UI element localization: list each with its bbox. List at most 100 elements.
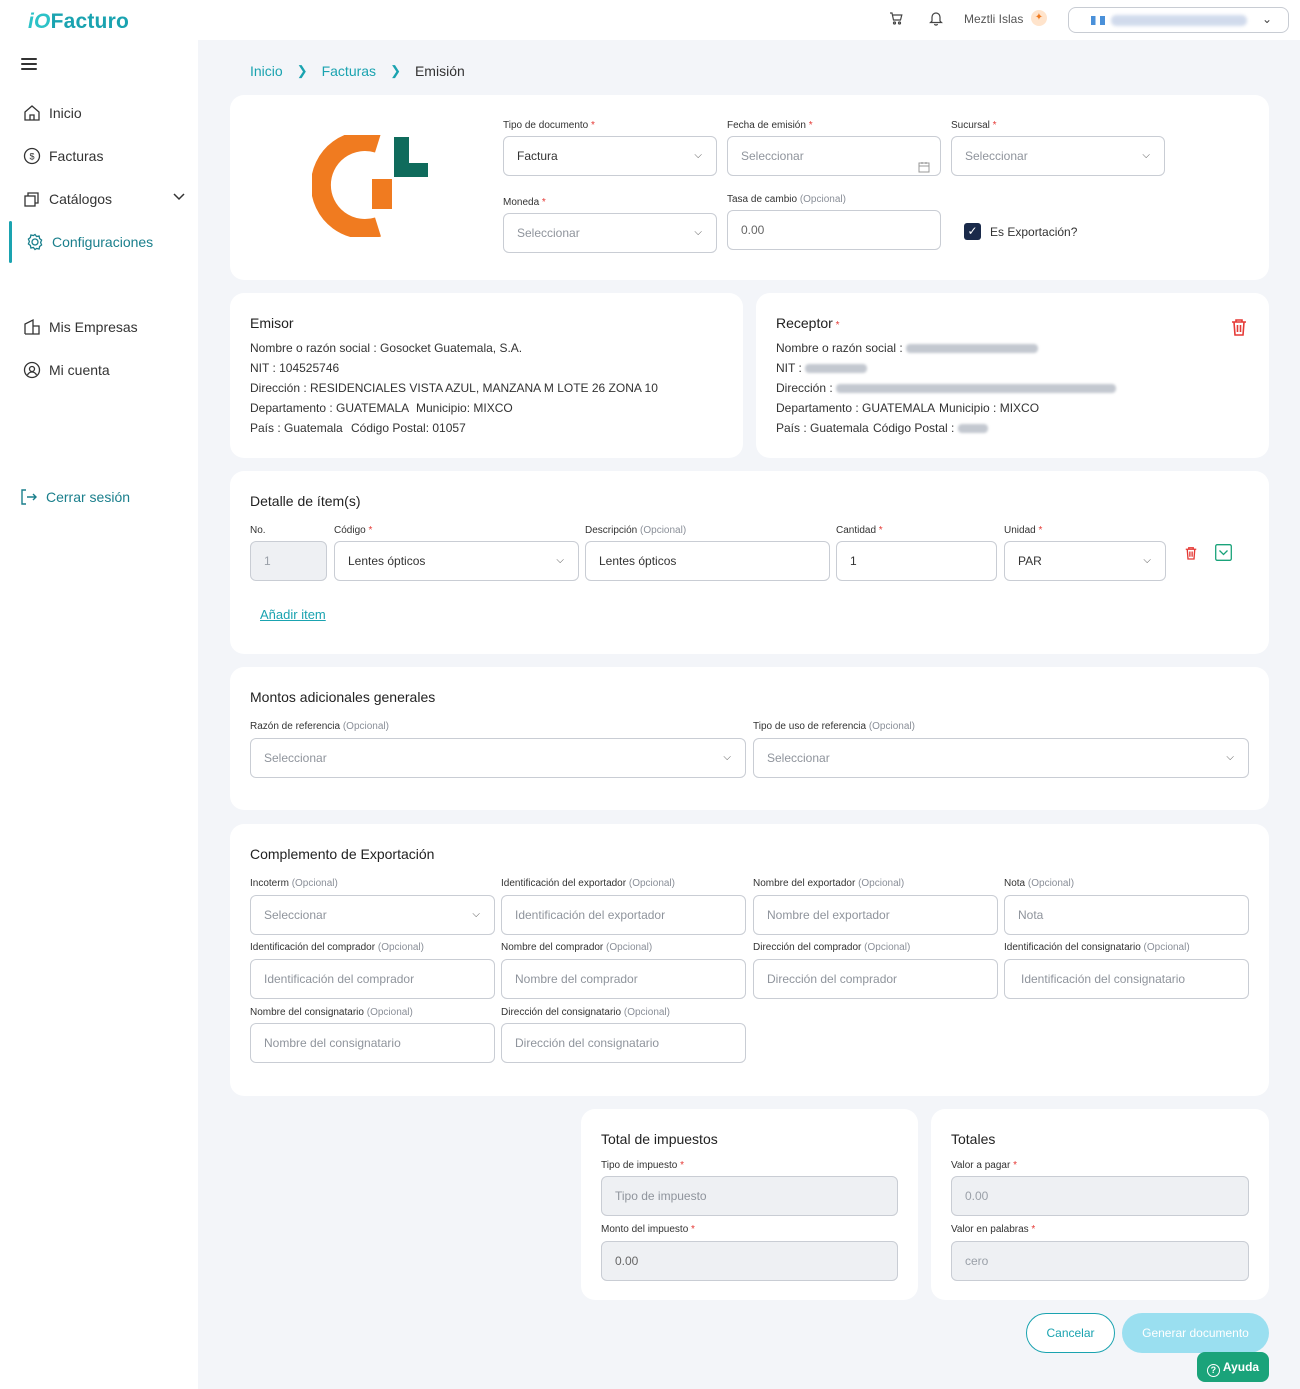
tipo-impuesto-input: Tipo de impuesto bbox=[601, 1176, 898, 1216]
exportacion-checkbox[interactable]: ✓ bbox=[964, 223, 981, 240]
nombre-comprador-input[interactable]: Nombre del comprador bbox=[501, 959, 746, 999]
nombre-exportador-input[interactable]: Nombre del exportador bbox=[753, 895, 998, 935]
redacted-value bbox=[836, 384, 1117, 394]
tipo-documento-select[interactable]: Factura ⌵ bbox=[503, 136, 717, 176]
chevron-down-icon: ⌵ bbox=[723, 752, 731, 763]
emisor-title: Emisor bbox=[250, 315, 294, 331]
montos-title: Montos adicionales generales bbox=[250, 689, 436, 705]
tasa-cambio-input[interactable]: 0.00 bbox=[727, 210, 941, 250]
cart-icon[interactable] bbox=[889, 11, 903, 30]
user-name[interactable]: Meztli Islas bbox=[964, 12, 1023, 26]
tipo-uso-referencia-label: Tipo de uso de referencia (Opcional) bbox=[753, 721, 915, 732]
monto-impuesto-input: 0.00 bbox=[601, 1241, 898, 1281]
id-comprador-input[interactable]: Identificación del comprador bbox=[250, 959, 495, 999]
sidebar-item-facturas[interactable]: $ Facturas bbox=[22, 144, 103, 168]
totales-card: Totales Valor a pagar * 0.00 Valor en pa… bbox=[931, 1109, 1269, 1300]
help-button[interactable]: ? Ayuda bbox=[1197, 1352, 1269, 1382]
item-codigo-select[interactable]: Lentes ópticos ⌵ bbox=[334, 541, 579, 581]
direccion-consignatario-label: Dirección del consignatario (Opcional) bbox=[501, 1007, 670, 1018]
col-cantidad-label: Cantidad * bbox=[836, 525, 883, 536]
sidebar-item-mi-cuenta[interactable]: Mi cuenta bbox=[22, 358, 110, 382]
razon-referencia-select[interactable]: Seleccionar ⌵ bbox=[250, 738, 746, 778]
direccion-consignatario-input[interactable]: Dirección del consignatario bbox=[501, 1023, 746, 1063]
chevron-down-icon: ⌵ bbox=[472, 909, 480, 920]
receptor-nit: NIT : bbox=[776, 361, 868, 375]
company-selector[interactable]: ⌄ bbox=[1068, 7, 1289, 33]
delete-item-trash-icon[interactable] bbox=[1185, 546, 1197, 565]
incoterm-select[interactable]: Seleccionar ⌵ bbox=[250, 895, 495, 935]
breadcrumb-inicio[interactable]: Inicio bbox=[250, 63, 283, 79]
export-title: Complemento de Exportación bbox=[250, 846, 435, 862]
expand-item-icon[interactable] bbox=[1215, 544, 1232, 566]
receptor-codigo-postal: Código Postal : bbox=[873, 421, 988, 435]
direccion-comprador-label: Dirección del comprador (Opcional) bbox=[753, 942, 911, 953]
fecha-emision-label: Fecha de emisión * bbox=[727, 120, 813, 131]
receptor-nombre: Nombre o razón social : bbox=[776, 341, 1039, 355]
dollar-circle-icon: $ bbox=[22, 147, 41, 166]
generate-document-button[interactable]: Generar documento bbox=[1122, 1313, 1269, 1353]
breadcrumb-facturas[interactable]: Facturas bbox=[322, 63, 376, 79]
id-consignatario-label: Identificación del consignatario (Opcion… bbox=[1004, 942, 1190, 953]
nota-input[interactable]: Nota bbox=[1004, 895, 1249, 935]
chevron-right-icon: ❯ bbox=[296, 63, 308, 78]
sidebar-item-catalogos[interactable]: Catálogos bbox=[22, 187, 186, 211]
monto-impuesto-label: Monto del impuesto * bbox=[601, 1224, 695, 1235]
nombre-consignatario-input[interactable]: Nombre del consignatario bbox=[250, 1023, 495, 1063]
notifications-bell-icon[interactable] bbox=[929, 10, 943, 31]
sidebar-item-mis-empresas[interactable]: Mis Empresas bbox=[22, 315, 138, 339]
logout-icon bbox=[19, 488, 38, 507]
tasa-cambio-label: Tasa de cambio (Opcional) bbox=[727, 194, 846, 205]
guatemala-flag-icon bbox=[1091, 16, 1105, 25]
redacted-value bbox=[906, 344, 1039, 354]
chevron-down-icon[interactable] bbox=[172, 189, 186, 206]
id-comprador-label: Identificación del comprador (Opcional) bbox=[250, 942, 424, 953]
emisor-direccion: Dirección : RESIDENCIALES VISTA AZUL, MA… bbox=[250, 381, 658, 395]
delete-receptor-trash-icon[interactable] bbox=[1231, 318, 1247, 341]
add-item-link[interactable]: Añadir item bbox=[260, 607, 326, 622]
company-name-redacted bbox=[1111, 15, 1247, 26]
user-avatar-icon[interactable]: ✦ bbox=[1031, 10, 1047, 26]
item-unidad-select[interactable]: PAR ⌵ bbox=[1004, 541, 1166, 581]
logout-button[interactable]: Cerrar sesión bbox=[19, 485, 130, 509]
impuestos-card: Total de impuestos Tipo de impuesto * Ti… bbox=[581, 1109, 918, 1300]
top-bar: iOFacturo Meztli Islas ✦ ⌄ bbox=[0, 0, 1300, 40]
sucursal-label: Sucursal * bbox=[951, 120, 997, 131]
sidebar-item-inicio[interactable]: Inicio bbox=[22, 101, 82, 125]
breadcrumb-current: Emisión bbox=[414, 63, 465, 79]
sucursal-select[interactable]: Seleccionar ⌵ bbox=[951, 136, 1165, 176]
company-logo-icon bbox=[312, 135, 428, 237]
impuestos-title: Total de impuestos bbox=[601, 1131, 718, 1147]
item-no-field: 1 bbox=[250, 541, 327, 581]
catalog-icon bbox=[22, 190, 41, 209]
id-consignatario-input[interactable]: Identificación del consignatario bbox=[1004, 959, 1249, 999]
receptor-departamento: Departamento : GUATEMALA bbox=[776, 401, 936, 415]
emisor-nit: NIT : 104525746 bbox=[250, 361, 340, 375]
col-no-label: No. bbox=[250, 525, 266, 536]
items-card: Detalle de ítem(s) No. Código * Descripc… bbox=[230, 471, 1269, 654]
emisor-codigo-postal: Código Postal: 01057 bbox=[351, 421, 466, 435]
id-exportador-input[interactable]: Identificación del exportador bbox=[501, 895, 746, 935]
sidebar-item-configuraciones[interactable]: Configuraciones bbox=[25, 230, 153, 254]
valor-pagar-label: Valor a pagar * bbox=[951, 1160, 1017, 1171]
chevron-down-icon: ⌵ bbox=[556, 555, 564, 566]
tipo-impuesto-label: Tipo de impuesto * bbox=[601, 1160, 685, 1171]
item-cantidad-input[interactable]: 1 bbox=[836, 541, 997, 581]
tipo-uso-referencia-select[interactable]: Seleccionar ⌵ bbox=[753, 738, 1249, 778]
item-descripcion-input[interactable]: Lentes ópticos bbox=[585, 541, 830, 581]
chevron-down-icon: ⌄ bbox=[1261, 12, 1272, 26]
incoterm-label: Incoterm (Opcional) bbox=[250, 878, 338, 889]
tipo-documento-label: Tipo de documento * bbox=[503, 120, 595, 131]
fecha-emision-input[interactable]: Seleccionar bbox=[727, 136, 941, 176]
menu-hamburger-icon[interactable] bbox=[21, 58, 37, 73]
moneda-label: Moneda * bbox=[503, 197, 546, 208]
document-header-card: Tipo de documento * Factura ⌵ Fecha de em… bbox=[230, 95, 1269, 280]
app-logo[interactable]: iOFacturo bbox=[28, 10, 129, 34]
moneda-select[interactable]: Seleccionar ⌵ bbox=[503, 213, 717, 253]
cancel-button[interactable]: Cancelar bbox=[1026, 1313, 1115, 1353]
direccion-comprador-input[interactable]: Dirección del comprador bbox=[753, 959, 998, 999]
col-descripcion-label: Descripción (Opcional) bbox=[585, 525, 687, 536]
active-indicator bbox=[9, 221, 12, 263]
building-icon bbox=[22, 318, 41, 337]
receptor-pais: País : Guatemala bbox=[776, 421, 869, 435]
nombre-exportador-label: Nombre del exportador (Opcional) bbox=[753, 878, 905, 889]
